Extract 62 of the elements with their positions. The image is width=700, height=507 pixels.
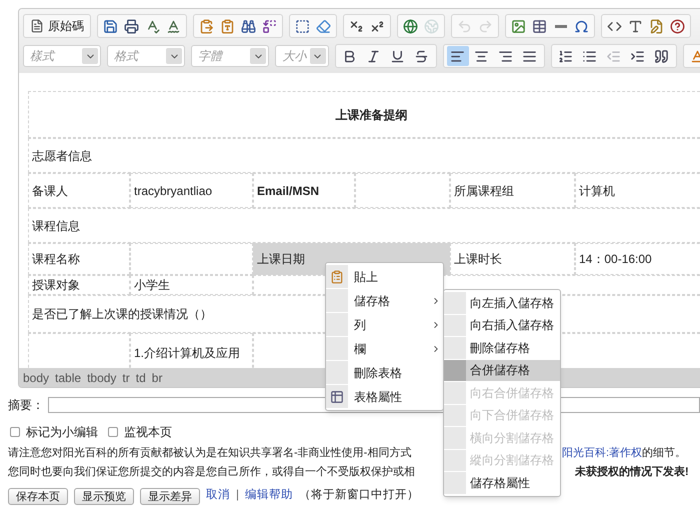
table-cell: 小学生 — [130, 275, 253, 295]
element-path-link[interactable]: table — [55, 368, 82, 386]
menu-item-label: 儲存格 — [353, 292, 391, 310]
combo-placeholder: 格式 — [114, 48, 138, 65]
cancel-link[interactable]: 取消 — [206, 487, 230, 505]
table-cell: 所属课程组 — [450, 173, 575, 208]
menu-item-label: 合併儲存格 — [469, 362, 531, 380]
menu-item-label: 橫向分割儲存格 — [469, 430, 555, 447]
element-path-link[interactable]: td — [136, 368, 146, 386]
form-button[interactable]: 显示预览 — [74, 488, 134, 504]
table-cell: 14：00-16:00 — [575, 243, 700, 275]
menu-item[interactable]: 刪除表格 — [326, 361, 443, 384]
notice-text: 未获授权的情况下发表! — [575, 464, 689, 480]
menu-item-label: 向左插入儲存格 — [469, 294, 555, 312]
checkbox-label: 监视本页 — [124, 424, 172, 441]
menu-item[interactable]: 欄 — [326, 337, 443, 360]
table-cell: 计算机 — [575, 173, 700, 208]
element-path-link[interactable]: br — [152, 368, 162, 386]
table-cell: 授课对象 — [28, 275, 130, 295]
menu-item[interactable]: 合併儲存格 — [444, 360, 560, 381]
notice-text: 请注意您对阳光百科的所有贡献都被认为是在知识共享署名-非商业性使用-相同方式 — [8, 446, 412, 461]
combo-placeholder: 字體 — [198, 48, 222, 65]
menu-item-label: 貼上 — [353, 268, 379, 286]
menu-item-label: 刪除儲存格 — [469, 340, 531, 357]
help-link[interactable]: 编辑帮助 — [245, 487, 293, 505]
menu-item-label: 表格屬性 — [353, 388, 403, 406]
menu-item-label: 向右插入儲存格 — [469, 317, 555, 334]
new-window-note: （将于新窗口中打开） — [299, 487, 419, 504]
copyright-link[interactable]: 阳光百科:著作权 — [562, 444, 642, 463]
element-path-link[interactable]: body — [23, 368, 50, 386]
menu-item-label: 欄 — [353, 340, 367, 358]
menu-item[interactable]: 表格屬性 — [326, 385, 443, 408]
table-cell: 课程名称 — [28, 243, 130, 275]
form-button[interactable]: 保存本页 — [8, 488, 68, 504]
element-path-link[interactable]: tr — [122, 368, 130, 386]
table-cell: 上课准备提纲 — [28, 91, 700, 138]
table-cell: tracybryantliao — [130, 173, 253, 208]
menu-item[interactable]: 向左插入儲存格 — [444, 292, 560, 314]
notice-text: 的细节。 — [642, 446, 686, 461]
menu-item[interactable]: 儲存格屬性 — [444, 472, 560, 494]
combo-placeholder: 樣式 — [30, 48, 54, 65]
table-cell: Email/MSN — [253, 173, 355, 208]
menu-item[interactable]: 刪除儲存格 — [444, 337, 560, 358]
form-button[interactable]: 显示差异 — [140, 488, 200, 504]
summary-label: 摘要： — [8, 397, 44, 414]
menu-item-label: 縱向分割儲存格 — [469, 452, 555, 470]
table-cell: 备课人 — [28, 173, 130, 208]
menu-item-label: 刪除表格 — [353, 364, 403, 382]
notice-text: 您同时也要向我们保证您所提交的内容是您自己所作，或得自一个不受版权保护或相 — [8, 464, 415, 480]
table-cell: 志愿者信息 — [28, 138, 700, 173]
menu-item-label: 儲存格屬性 — [469, 474, 531, 492]
element-path-link[interactable]: tbody — [87, 368, 116, 386]
menu-item[interactable]: 向右插入儲存格 — [444, 314, 560, 336]
menu-item-label: 向下合併儲存格 — [469, 407, 555, 424]
menu-item-label: 列 — [353, 316, 367, 334]
source-button[interactable]: 原始碼 — [23, 14, 91, 38]
menu-item-label: 向右合併儲存格 — [469, 384, 555, 402]
combo-placeholder: 大小 — [282, 48, 306, 65]
checkbox-label: 标记为小编辑 — [26, 424, 98, 441]
menu-item[interactable]: 列 — [326, 313, 443, 336]
link-separator: | — [236, 488, 239, 504]
table-cell: 上课时长 — [450, 243, 575, 275]
